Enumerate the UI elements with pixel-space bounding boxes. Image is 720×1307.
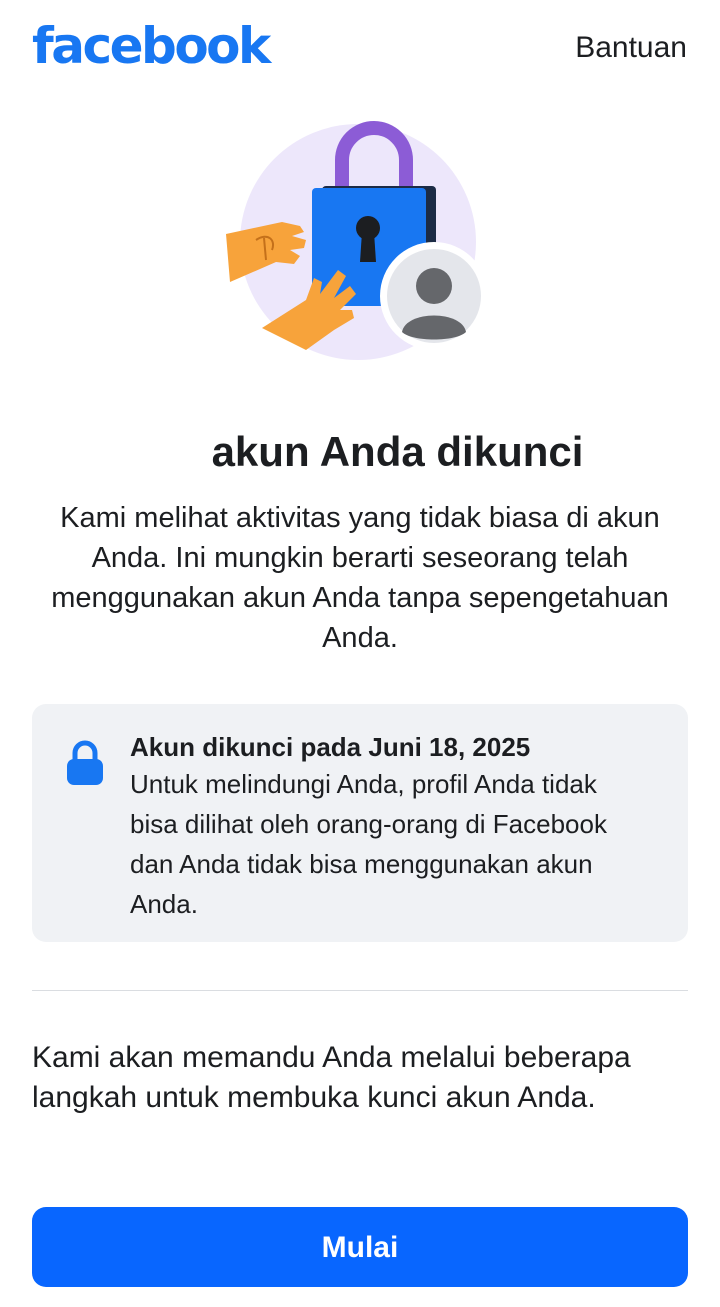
lock-info-card: Akun dikunci pada Juni 18, 2025 Untuk me…: [32, 704, 688, 942]
guide-text: Kami akan memandu Anda melalui beberapa …: [32, 1041, 631, 1114]
avatar-head: [416, 268, 452, 304]
page-title-text: akun Anda dikunci: [211, 428, 584, 475]
page-title: akun Anda dikunci: [0, 420, 720, 484]
top-bar: facebook Bantuan: [0, 0, 720, 96]
locked-account-illustration-svg: [226, 121, 488, 360]
help-link[interactable]: Bantuan: [575, 28, 687, 68]
lock-icon: [67, 740, 103, 785]
lock-info-title: Akun dikunci pada Juni 18, 2025: [130, 732, 531, 762]
lock-info-body: Untuk melindungi Anda, profil Anda tidak…: [130, 769, 607, 919]
page-description: Kami melihat aktivitas yang tidak biasa …: [51, 502, 669, 654]
start-button[interactable]: Mulai: [32, 1207, 688, 1287]
padlock-keyhole-bottom: [360, 232, 376, 262]
facebook-logo[interactable]: facebook: [32, 14, 271, 78]
locked-account-illustration: [210, 110, 510, 370]
section-divider: [32, 990, 688, 991]
